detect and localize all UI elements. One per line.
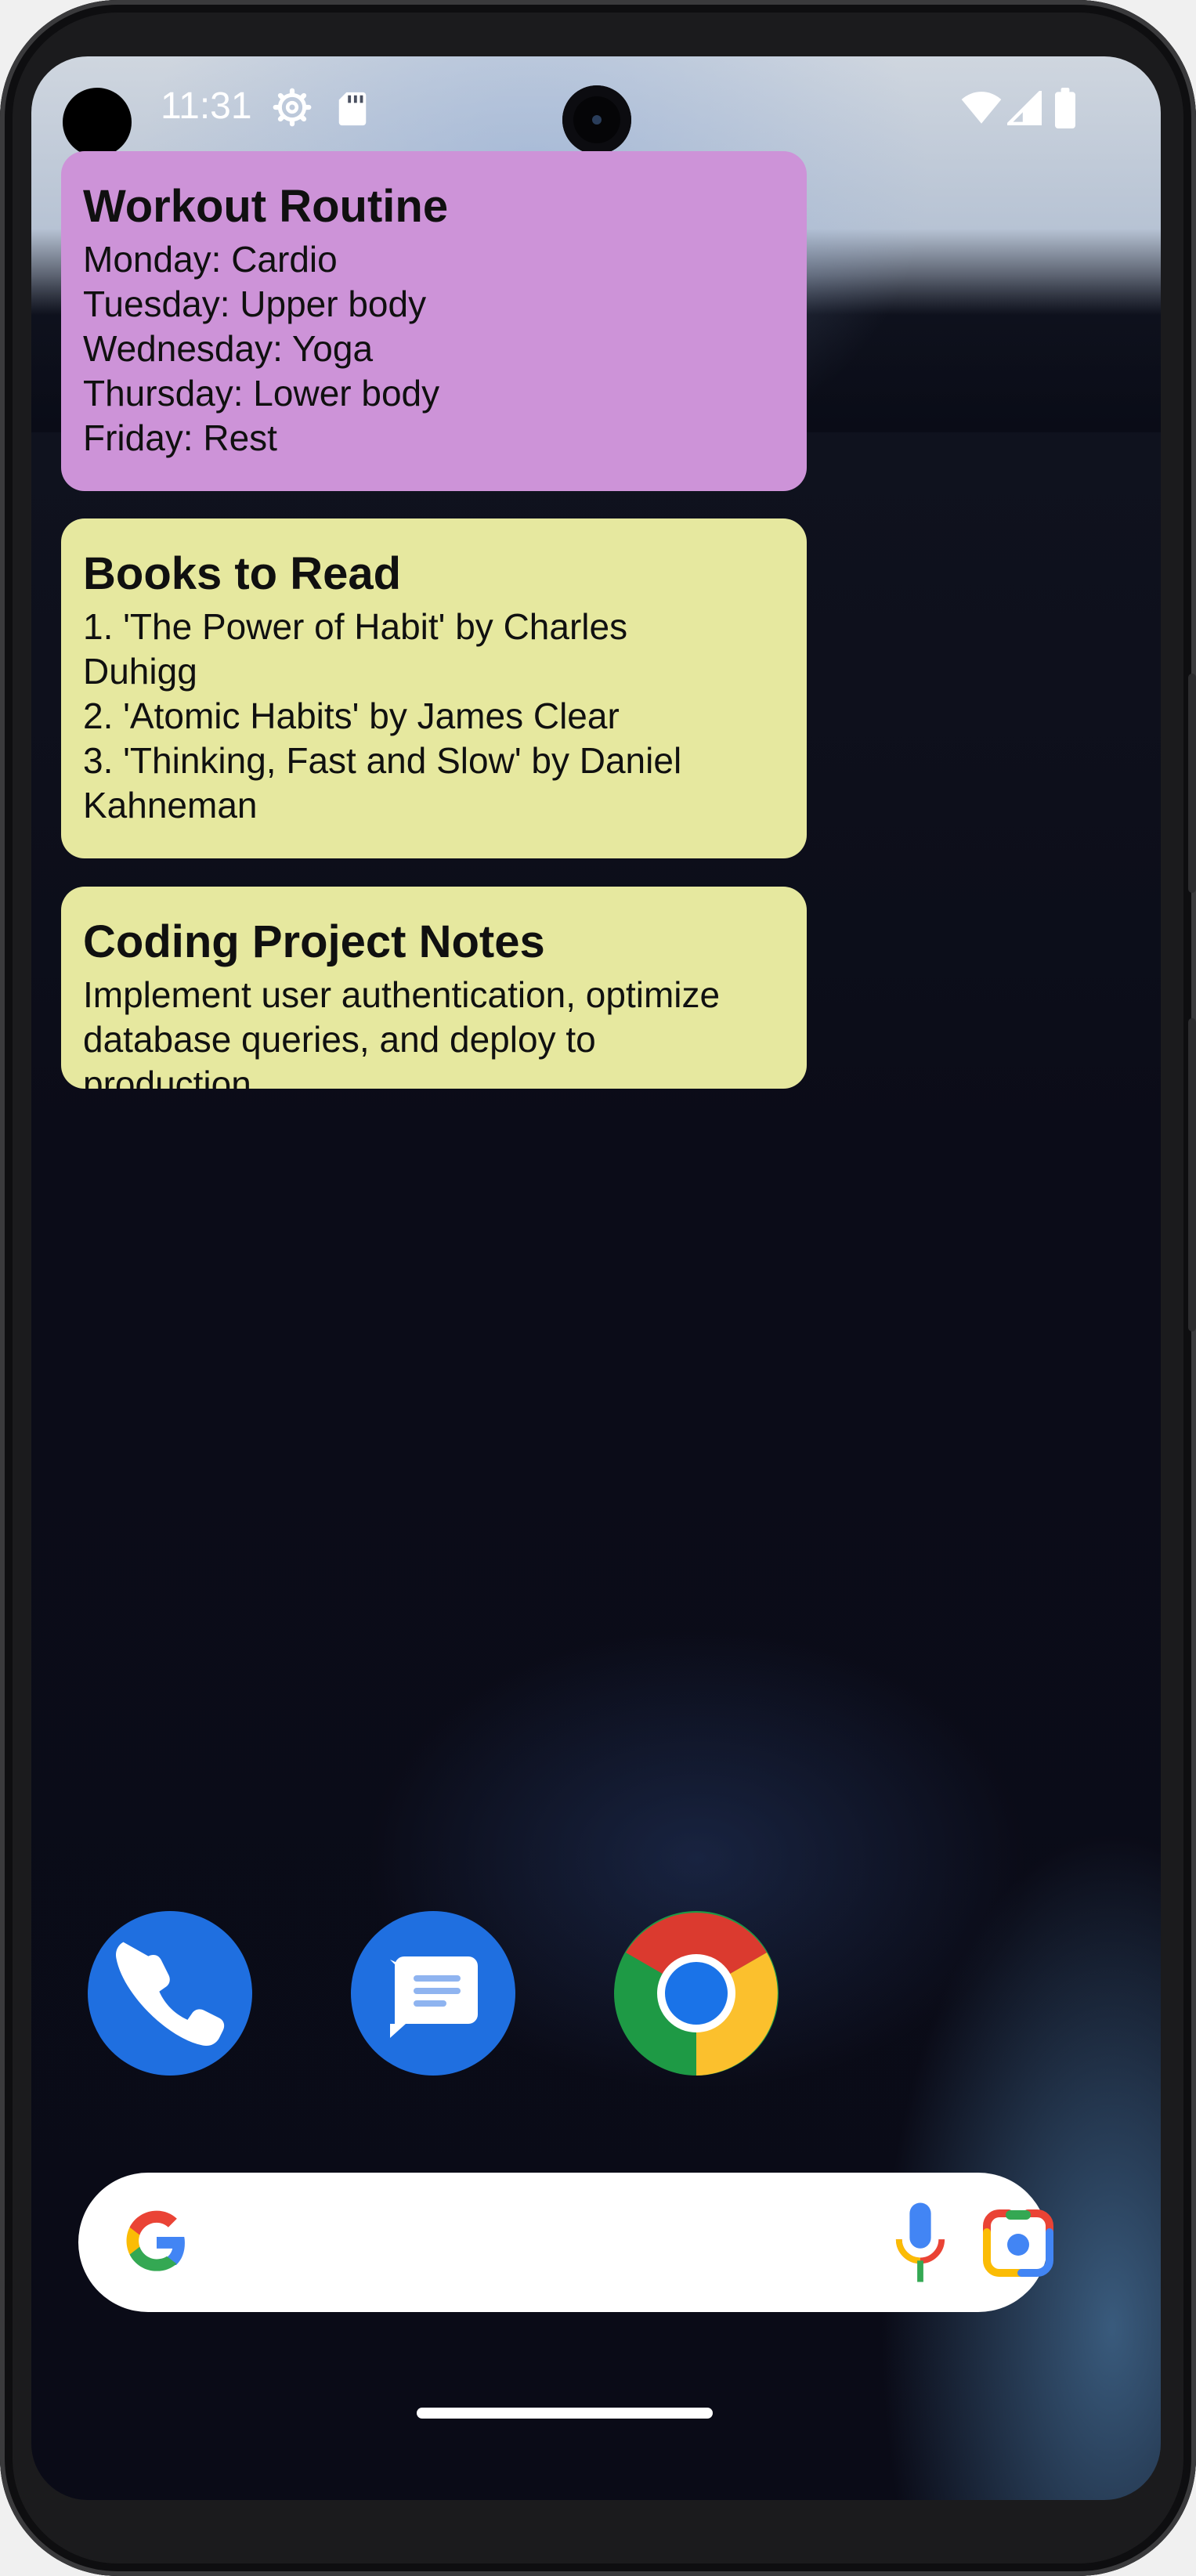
note-body: Implement user authentication, optimize … [83, 974, 721, 1089]
note-widget-books[interactable]: Books to Read 1. 'The Power of Habit' by… [61, 518, 807, 858]
messages-app-icon[interactable] [351, 1911, 515, 2076]
gear-icon [273, 88, 312, 127]
note-body: Monday: Cardio Tuesday: Upper body Wedne… [83, 239, 440, 458]
status-time: 11:31 [161, 85, 252, 127]
sd-card-icon [338, 92, 367, 126]
note-title: Books to Read [83, 548, 402, 599]
cell-signal-icon [1007, 91, 1042, 125]
battery-icon [1055, 88, 1075, 128]
corner-cutout [63, 88, 132, 157]
google-lens-icon[interactable] [981, 2207, 1056, 2279]
note-widget-workout[interactable]: Workout Routine Monday: Cardio Tuesday: … [61, 151, 807, 491]
google-g-icon [126, 2210, 185, 2271]
wifi-icon [961, 92, 1002, 124]
front-camera [562, 85, 631, 154]
note-title: Coding Project Notes [83, 916, 545, 967]
chrome-app-icon[interactable] [614, 1911, 779, 2076]
gesture-navigation-bar[interactable] [417, 2408, 713, 2419]
phone-frame: 11:31 Workout Routine Monday: Cardio Tue… [0, 0, 1196, 2576]
messages-icon [390, 1956, 478, 2038]
note-body: 1. 'The Power of Habit' by Charles Duhig… [83, 606, 682, 826]
phone-icon [115, 1942, 225, 2047]
volume-button [1188, 1018, 1196, 1331]
note-widget-coding[interactable]: Coding Project Notes Implement user auth… [61, 887, 807, 1089]
chrome-icon [614, 1911, 779, 2076]
microphone-icon[interactable] [893, 2202, 948, 2282]
power-button [1188, 674, 1196, 893]
note-title: Workout Routine [83, 181, 449, 232]
phone-app-icon[interactable] [88, 1911, 252, 2076]
status-bar: 11:31 [31, 56, 1161, 166]
google-search-bar[interactable] [78, 2173, 1053, 2312]
